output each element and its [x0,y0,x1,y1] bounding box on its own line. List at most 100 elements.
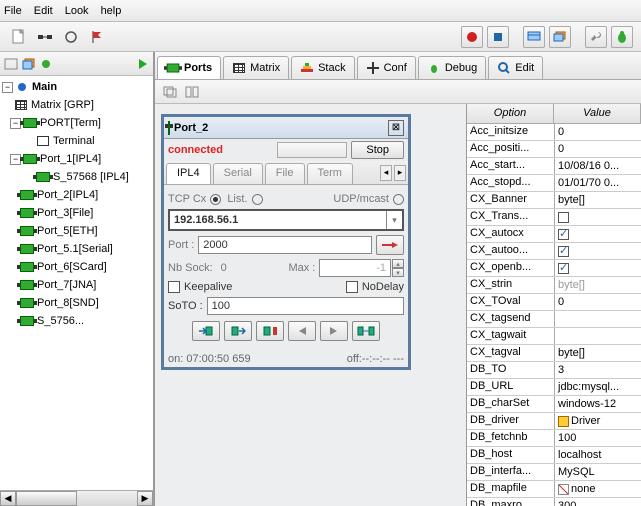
layers-icon[interactable] [549,26,571,48]
props-row[interactable]: DB_hostlocalhost [467,447,641,464]
props-value[interactable]: 300 [555,498,641,506]
connector-icon[interactable] [34,26,56,48]
props-row[interactable]: Acc_initsize0 [467,124,641,141]
new-doc-icon[interactable] [8,26,30,48]
nodelay-checkbox[interactable] [346,281,358,293]
props-value[interactable]: 01/01/70 0... [555,175,641,191]
inner-tab-ipl4[interactable]: IPL4 [166,163,211,184]
address-input[interactable] [170,211,386,229]
prev-icon[interactable] [288,321,316,341]
stop-icon[interactable] [487,26,509,48]
stop-button[interactable]: Stop [351,141,404,159]
tree-toolbar-btn[interactable] [40,58,54,70]
address-combo[interactable]: ▾ [168,209,404,231]
props-value[interactable]: 0 [555,141,641,157]
props-row[interactable]: DB_interfa...MySQL [467,464,641,481]
tree-item[interactable]: S_57568 [IPL4] [0,168,153,186]
props-row[interactable]: CX_TOval0 [467,294,641,311]
props-value[interactable]: 0 [555,124,641,140]
props-row[interactable]: CX_tagvalbyte[] [467,345,641,362]
tree-toolbar-btn[interactable] [4,58,18,70]
udp-radio[interactable] [393,194,404,205]
window-tile-icon[interactable] [185,86,199,98]
tree-item[interactable]: Port_5[ETH] [0,222,153,240]
props-row[interactable]: CX_tagsend [467,311,641,328]
out-icon[interactable] [224,321,252,341]
circle-icon[interactable] [60,26,82,48]
dropdown-icon[interactable]: ▾ [386,211,402,229]
next-icon[interactable] [320,321,348,341]
bug-icon[interactable] [611,26,633,48]
wrench-icon[interactable] [585,26,607,48]
checkbox-icon[interactable] [558,246,569,257]
props-value[interactable] [555,226,641,242]
checkbox-icon[interactable] [558,212,569,223]
props-value[interactable] [555,260,641,276]
checkbox-icon[interactable] [558,263,569,274]
inner-tab-serial[interactable]: Serial [213,163,263,184]
props-row[interactable]: DB_fetchnb100 [467,430,641,447]
tab-nav-left-icon[interactable]: ◂ [380,165,392,181]
port-input[interactable] [198,236,372,254]
props-value[interactable]: windows-12 [555,396,641,412]
menu-edit[interactable]: Edit [34,5,53,17]
tree-item[interactable]: −Port_1[IPL4] [0,150,153,168]
tree-item[interactable]: Port_6[SCard] [0,258,153,276]
tab-stack[interactable]: Stack [291,56,355,79]
panel-titlebar[interactable]: Port_2 ⊠ [164,117,408,139]
eject-icon[interactable] [256,321,284,341]
props-row[interactable]: CX_autocx [467,226,641,243]
transfer-icon[interactable] [352,321,380,341]
props-value[interactable]: byte[] [555,277,641,293]
props-row[interactable]: Acc_positi...0 [467,141,641,158]
props-row[interactable]: CX_autoo... [467,243,641,260]
tree-item[interactable]: S_5756... [0,312,153,330]
tree-item[interactable]: Port_5.1[Serial] [0,240,153,258]
props-row[interactable]: CX_openb... [467,260,641,277]
soto-input[interactable] [207,297,404,315]
props-value[interactable]: 3 [555,362,641,378]
menu-look[interactable]: Look [65,5,89,17]
tree-item[interactable]: Port_2[IPL4] [0,186,153,204]
props-row[interactable]: CX_Trans... [467,209,641,226]
tab-ports[interactable]: Ports [157,56,221,79]
menu-help[interactable]: help [101,5,122,17]
tab-edit[interactable]: Edit [488,56,543,79]
props-value[interactable]: none [555,481,641,497]
tree-root[interactable]: −Main [0,78,153,96]
list-radio[interactable] [252,194,263,205]
max-input[interactable] [319,259,391,277]
scroll-right-icon[interactable]: ▶ [137,491,153,506]
horizontal-scrollbar[interactable]: ◀ ▶ [0,490,153,506]
props-value[interactable]: byte[] [555,192,641,208]
tree-toolbar-btn[interactable] [22,58,36,70]
scroll-left-icon[interactable]: ◀ [0,491,16,506]
tab-nav-right-icon[interactable]: ▸ [394,165,406,181]
props-value[interactable] [555,328,641,344]
window-cascade-icon[interactable] [163,86,177,98]
props-value[interactable]: 100 [555,430,641,446]
tree-item[interactable]: Terminal [0,132,153,150]
tree-item[interactable]: Port_8[SND] [0,294,153,312]
inner-tab-term[interactable]: Term [307,163,353,184]
inner-tab-file[interactable]: File [265,163,305,184]
props-value[interactable]: 10/08/16 0... [555,158,641,174]
props-row[interactable]: CX_Bannerbyte[] [467,192,641,209]
props-value-header[interactable]: Value [554,104,641,123]
props-value[interactable] [555,209,641,225]
tree-item[interactable]: −PORT[Term] [0,114,153,132]
menu-file[interactable]: File [4,5,22,17]
props-value[interactable] [555,311,641,327]
settings-icon[interactable] [523,26,545,48]
props-value[interactable]: Driver [555,413,641,429]
props-row[interactable]: DB_URLjdbc:mysql... [467,379,641,396]
props-body[interactable]: Acc_initsize0Acc_positi...0Acc_start...1… [467,124,641,506]
record-icon[interactable] [461,26,483,48]
props-row[interactable]: CX_tagwait [467,328,641,345]
tcpcx-radio[interactable] [210,194,221,205]
props-row[interactable]: DB_charSetwindows-12 [467,396,641,413]
port-action-icon[interactable] [376,235,404,255]
props-row[interactable]: Acc_stopd...01/01/70 0... [467,175,641,192]
flag-icon[interactable] [86,26,108,48]
tab-debug[interactable]: Debug [418,56,486,79]
